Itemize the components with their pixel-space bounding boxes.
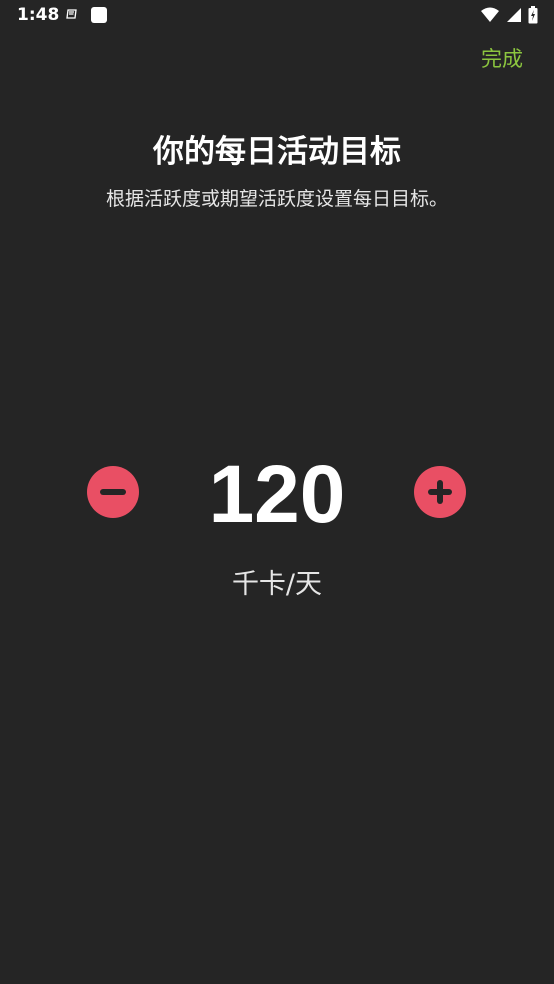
status-time: 1:48: [17, 5, 60, 25]
increase-button[interactable]: [414, 466, 466, 518]
status-left-icons: [64, 6, 108, 28]
goal-value: 120: [208, 449, 346, 540]
page-subtitle: 根据活跃度或期望活跃度设置每日目标。: [105, 188, 448, 210]
wifi-icon: [480, 6, 500, 28]
battery-icon: [528, 6, 538, 28]
notification-icon: [64, 7, 80, 27]
done-button[interactable]: 完成: [481, 43, 523, 73]
goal-unit: 千卡/天: [231, 569, 323, 600]
plus-icon: [428, 480, 452, 504]
signal-icon: [506, 6, 522, 28]
status-right-icons: [480, 6, 538, 28]
status-bar: 1:48: [0, 0, 554, 32]
app-square-icon: [90, 6, 108, 28]
page-title: 你的每日活动目标: [153, 134, 401, 170]
